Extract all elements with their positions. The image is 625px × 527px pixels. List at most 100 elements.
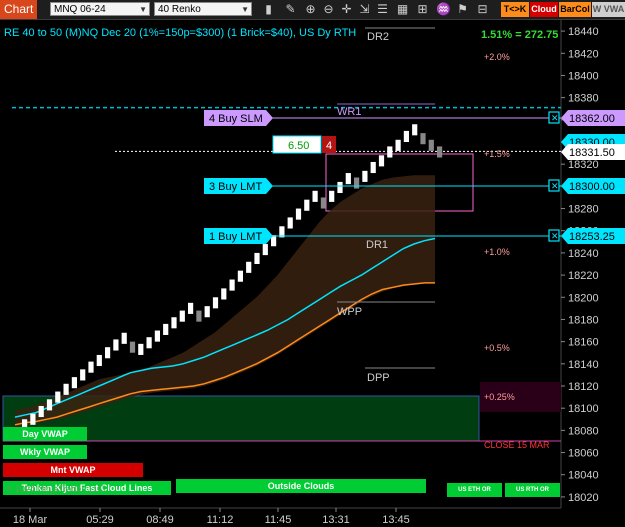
price-tick-label: 18140 <box>568 359 599 371</box>
price-tick-label: 18280 <box>568 204 599 216</box>
position-marker[interactable]: 6.50 4 <box>272 135 336 154</box>
up-brick <box>387 146 393 158</box>
chart-info-header: RE 40 to 50 (M)NQ Dec 20 (1%=150p=$300) … <box>4 27 357 39</box>
up-brick <box>38 405 44 418</box>
time-tick-label: 13:31 <box>322 514 350 526</box>
bar-type-selector[interactable]: 40 Renko ▼ <box>154 2 252 16</box>
position-pnl: 6.50 <box>288 140 309 152</box>
close-icon: ✕ <box>551 181 559 191</box>
chart-tab[interactable]: Chart <box>0 0 38 19</box>
pan-icon[interactable]: ⇲ <box>358 3 371 16</box>
toolbar: Chart MNQ 06-24 ▼ 40 Renko ▼ ▮ ✎ ⊕ ⊖ ✛ ⇲… <box>0 0 625 20</box>
down-brick <box>437 146 443 158</box>
down-brick <box>196 310 202 322</box>
order-label: 1 Buy LMT <box>209 231 262 243</box>
dpp-label: DPP <box>367 372 390 384</box>
up-brick <box>295 208 302 220</box>
outside-clouds-button[interactable]: Outside Clouds <box>176 479 426 493</box>
up-brick <box>188 302 194 314</box>
up-brick <box>46 399 53 411</box>
price-tick-label: 18080 <box>568 425 599 437</box>
price-tag-order-4: 18362.00 <box>561 110 625 126</box>
svg-text:18300.00: 18300.00 <box>569 181 615 193</box>
mnt-vwap-button[interactable]: Mnt VWAP <box>3 463 143 477</box>
vwap-button[interactable]: W VWA <box>592 2 625 17</box>
up-brick <box>395 139 401 151</box>
up-brick <box>96 354 102 367</box>
up-brick <box>337 181 343 194</box>
chevron-down-icon: ▼ <box>139 5 147 14</box>
zoom-in-icon[interactable]: ⊕ <box>304 3 317 16</box>
up-brick <box>121 332 127 344</box>
up-brick <box>80 369 86 381</box>
us-eth-or-button[interactable]: US ETH OR <box>447 483 502 497</box>
barcol-button[interactable]: BarCol <box>559 2 591 17</box>
price-tag-order-3: 18300.00 <box>561 178 625 194</box>
price-tick-label: 18240 <box>568 248 599 260</box>
cloud-button[interactable]: Cloud <box>530 2 558 17</box>
up-brick <box>262 244 268 256</box>
price-chart[interactable]: 18020 18040 18060 18080 18100 18120 18140 18160… <box>0 20 625 527</box>
price-tick-label: 18120 <box>568 381 599 393</box>
up-brick <box>254 252 260 264</box>
up-brick <box>362 170 368 182</box>
pct-0-5: +0.5% <box>484 343 510 353</box>
day-vwap-button[interactable]: Day VWAP <box>3 427 87 441</box>
price-tick-label: 18020 <box>568 492 599 504</box>
close-label: CLOSE 15 MAR <box>484 440 550 450</box>
position-qty: 4 <box>326 140 332 152</box>
up-brick <box>412 124 418 136</box>
crosshair-icon[interactable]: ✛ <box>340 3 353 16</box>
zoom-out-icon[interactable]: ⊖ <box>322 3 335 16</box>
strategy-icon[interactable]: ⚑ <box>456 3 469 16</box>
properties-icon[interactable]: ☰ <box>376 3 389 16</box>
up-brick <box>163 323 169 335</box>
up-brick <box>329 190 335 202</box>
time-tick-label: 11:12 <box>207 514 234 526</box>
time-tick-label: 13:45 <box>382 514 410 526</box>
up-brick <box>171 317 177 329</box>
template-icon[interactable]: ⊟ <box>476 3 489 16</box>
instrument-value: MNQ 06-24 <box>54 4 106 15</box>
down-brick <box>320 197 326 209</box>
up-brick <box>88 361 94 373</box>
pct-1-5: +1.5% <box>484 149 510 159</box>
wr1-label: WR1 <box>337 106 361 118</box>
tk-button[interactable]: T<>K <box>501 2 529 17</box>
up-brick <box>287 217 293 229</box>
up-brick <box>370 161 376 174</box>
svg-text:18331.50: 18331.50 <box>569 147 615 159</box>
order-label: 3 Buy LMT <box>209 181 262 193</box>
indicator-icon[interactable]: ♒ <box>436 3 451 16</box>
up-brick <box>179 310 185 322</box>
price-tick-label: 18400 <box>568 70 599 82</box>
pointer-icon[interactable]: ▦ <box>396 3 409 16</box>
draw-icon[interactable]: ✎ <box>284 3 297 16</box>
instrument-selector[interactable]: MNQ 06-24 ▼ <box>50 2 150 16</box>
measure-icon[interactable]: ⊞ <box>416 3 429 16</box>
price-tick-label: 18180 <box>568 314 599 326</box>
us-rth-or-button[interactable]: US RTH OR <box>505 483 560 497</box>
bar-type-value: 40 Renko <box>158 4 201 15</box>
wkly-vwap-button[interactable]: Wkly VWAP <box>3 445 87 459</box>
up-brick <box>55 391 61 403</box>
up-brick <box>246 261 252 273</box>
up-brick <box>204 306 210 318</box>
close-icon: ✕ <box>551 231 559 241</box>
up-brick <box>30 413 36 425</box>
order-label: 4 Buy SLM <box>209 113 263 125</box>
up-brick <box>212 297 219 309</box>
wpp-label: WPP <box>337 306 362 318</box>
bars-icon[interactable]: ▮ <box>262 3 275 16</box>
up-brick <box>154 330 160 342</box>
up-brick <box>237 270 243 282</box>
up-brick <box>378 155 385 167</box>
down-brick <box>428 139 434 151</box>
svg-text:18253.25: 18253.25 <box>569 231 615 243</box>
pct-0-25: +0.25% <box>484 392 515 402</box>
up-brick <box>403 130 409 142</box>
up-brick <box>63 383 69 395</box>
price-tick-label: 18060 <box>568 448 599 460</box>
down-brick <box>420 133 426 145</box>
price-tick-label: 18420 <box>568 48 599 60</box>
